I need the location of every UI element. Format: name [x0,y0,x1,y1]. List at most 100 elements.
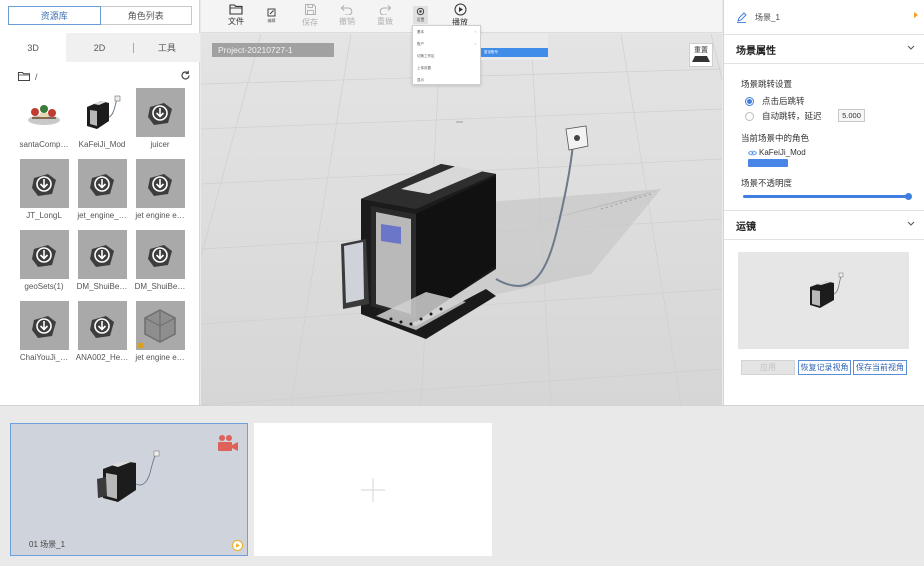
panel-tabs: 资源库 角色列表 [8,6,192,25]
asset-grid: santaComp… KaFeiJi_Mod juicer JT_LongL jet_e… [15,88,195,368]
scene-canvas [201,34,722,405]
undo-button[interactable]: 撤销 [339,3,355,27]
tab-role-list[interactable]: 角色列表 [100,6,192,25]
apply-button[interactable]: 应用 [741,360,795,375]
tab-3d[interactable]: 3D [0,33,67,62]
submenu-item-reset-account[interactable]: 重设账号 [481,48,548,57]
scene-timeline: 01 场景_1 [0,405,924,566]
asset-label: geoSets(1) [24,282,64,291]
camera-header[interactable]: 运镜 [724,210,924,240]
asset-item[interactable]: JT_LongL [15,159,73,226]
tab-resource-library[interactable]: 资源库 [8,6,101,25]
restore-view-button[interactable]: 恢复记录视角 [798,360,851,375]
settings-menu: 基本 › 账户 › 切换工作区 上传设置 显示 [412,25,481,85]
radio-click-jump[interactable] [745,96,754,106]
santa-model-icon [20,88,69,137]
option-click-jump[interactable]: 点击后跳转 [745,95,805,107]
roles-title: 当前场景中的角色 [741,133,810,143]
option-auto-jump[interactable]: 自动跳转，延迟 [745,110,822,122]
app-root: 资源库 角色列表 3D 2D 工具 / santaComp… KaFeiJi_Mo… [0,0,924,566]
download-icon [135,159,185,208]
download-icon [19,230,69,279]
plus-icon [361,477,385,502]
redo-button[interactable]: 重做 [377,3,393,27]
asset-item[interactable]: DM_ShuiBe… [131,230,189,297]
tab-tools[interactable]: 工具 [134,33,200,62]
jump-settings-title: 场景跳转设置 [741,79,793,89]
video-camera-icon[interactable] [217,434,239,452]
asset-item[interactable]: jet_engine_… [73,159,131,226]
menu-item-upload-settings[interactable]: 上传设置 [413,62,480,74]
asset-item[interactable]: jet engine e… [131,301,189,368]
properties-panel: 场景_1 场景属性 场景跳转设置 点击后跳转 自动跳转，延迟 当前场景中的角色 … [723,0,924,405]
chevron-down-icon [907,221,915,226]
box-model-icon [135,301,185,350]
radio-auto-jump[interactable] [745,111,754,121]
chevron-right-icon: › [474,29,476,34]
folder-open-icon [229,4,243,15]
asset-label: jet engine e… [135,353,185,362]
download-icon [135,88,185,137]
download-icon [19,159,69,208]
pencil-icon [737,11,747,23]
download-icon [135,230,185,279]
scene-props-header[interactable]: 场景属性 [724,34,924,64]
asset-label: DM_ShuiBe… [76,282,128,291]
asset-label: DM_ShuiBe… [134,282,186,291]
gear-icon [416,7,425,16]
file-button[interactable]: 文件 [228,3,244,27]
delay-input[interactable]: 5.000 [838,109,865,122]
download-icon [77,230,127,279]
expand-arrow-icon[interactable] [914,12,918,18]
account-submenu: 重设账号 [481,34,548,60]
asset-item[interactable]: santaComp… [15,88,73,155]
download-icon [19,301,69,350]
asset-label: KaFeiJi_Mod [78,140,126,149]
edit-button[interactable]: 编辑 [267,8,276,24]
status-badge [137,343,143,348]
opacity-slider-handle[interactable] [905,193,912,200]
reset-view-button[interactable]: 重置 [689,43,713,67]
scene-name-row[interactable]: 场景_1 [736,10,918,24]
play-icon[interactable] [232,540,243,551]
edit-icon [267,8,276,17]
scene-card-label: 01 场景_1 [29,540,66,549]
asset-label: jet engine e… [135,211,185,220]
menu-item-workspace[interactable]: 切换工作区 [413,50,480,62]
play-circle-icon [454,3,466,16]
asset-item[interactable]: jet engine e… [131,159,189,226]
role-item[interactable]: KaFeiJi_Mod [748,148,806,157]
asset-item[interactable]: DM_ShuiBe… [73,230,131,297]
redo-icon [379,5,392,15]
chevron-down-icon [907,45,915,50]
add-scene-button[interactable] [254,423,492,556]
scene-card[interactable]: 01 场景_1 [10,423,248,556]
asset-item[interactable]: KaFeiJi_Mod [73,88,131,155]
asset-label: jet_engine_… [77,211,127,220]
asset-item[interactable]: juicer [131,88,189,155]
save-view-button[interactable]: 保存当前视角 [853,360,907,375]
path-text: / [35,72,38,82]
asset-item[interactable]: geoSets(1) [15,230,73,297]
menu-item-account[interactable]: 账户 › [413,38,480,50]
chevron-right-icon: › [474,41,476,46]
asset-label: juicer [150,140,170,149]
scene-name: 场景_1 [755,12,780,22]
3d-viewport[interactable]: Project-20210727-1 重置 [201,34,722,405]
tab-2d[interactable]: 2D [66,33,132,62]
undo-icon [340,5,353,15]
coffee-machine-icon [78,88,127,137]
camera-preview-image [810,272,844,308]
save-button[interactable]: 保存 [302,3,318,28]
menu-item-display[interactable]: 显示 [413,74,480,86]
folder-icon[interactable] [18,71,30,83]
asset-item[interactable]: ANA002_He… [73,301,131,368]
menu-item-basic[interactable]: 基本 › [413,26,480,38]
opacity-slider[interactable] [743,195,909,198]
opacity-title: 场景不透明度 [741,178,793,188]
asset-item[interactable]: ChaiYouJi_… [15,301,73,368]
refresh-icon[interactable] [180,70,192,82]
download-icon [77,159,127,208]
settings-button[interactable]: 设置 [413,6,428,24]
save-icon [304,4,316,15]
